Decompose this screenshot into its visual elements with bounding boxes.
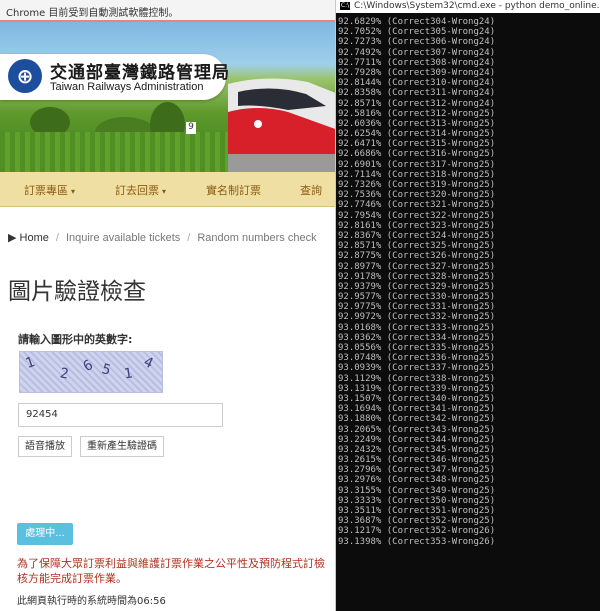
nav-item-real-name[interactable]: 實名制訂票 <box>206 182 261 198</box>
nav-item-round-trip[interactable]: 訂去回票 ▾ <box>115 182 166 198</box>
main-nav: 訂票專區 ▾ 訂去回票 ▾ 實名制訂票 查詢 <box>0 172 335 207</box>
console-line: 93.0362% (Correct334-Wrong25) <box>338 332 496 343</box>
nav-item-label: 訂去回票 <box>115 184 159 197</box>
automation-infobar: Chrome 目前受到自動測試軟體控制。 <box>0 0 335 22</box>
cmd-window: C:\ C:\Windows\System32\cmd.exe - python… <box>336 0 600 611</box>
console-line: 93.1398% (Correct353-Wrong26) <box>338 536 496 547</box>
console-line: 92.9577% (Correct330-Wrong25) <box>338 292 496 303</box>
console-line: 93.3687% (Correct352-Wrong25) <box>338 516 496 527</box>
console-line: 92.8775% (Correct326-Wrong25) <box>338 251 496 262</box>
console-line: 92.9178% (Correct328-Wrong25) <box>338 271 496 282</box>
chevron-down-icon: ▾ <box>71 187 76 196</box>
console-line: 93.3511% (Correct351-Wrong25) <box>338 506 496 516</box>
console-line: 93.1694% (Correct341-Wrong25) <box>338 404 496 415</box>
console-line: 92.5816% (Correct312-Wrong25) <box>338 108 496 119</box>
console-line: 93.0939% (Correct337-Wrong25) <box>338 363 496 374</box>
console-line: 93.1507% (Correct340-Wrong25) <box>338 393 496 404</box>
console-line: 92.8161% (Correct323-Wrong25) <box>338 220 496 231</box>
console-line: 92.7492% (Correct307-Wrong24) <box>338 47 496 58</box>
captcha-prompt: 請輸入圖形中的英數字: <box>18 333 133 346</box>
console-line: 93.2249% (Correct344-Wrong25) <box>338 434 496 445</box>
nav-item-label: 訂票專區 <box>24 184 68 197</box>
console-line: 92.7711% (Correct308-Wrong24) <box>338 57 496 68</box>
breadcrumb-separator: / <box>55 232 59 244</box>
cmd-title: C:\Windows\System32\cmd.exe - python dem… <box>354 1 600 11</box>
site-logo[interactable]: ⊕ 交通部臺灣鐵路管理局 Taiwan Railways Administrat… <box>0 54 229 100</box>
console-line: 93.1129% (Correct338-Wrong25) <box>338 373 496 384</box>
console-line: 92.7273% (Correct306-Wrong24) <box>338 37 496 48</box>
console-line: 93.3155% (Correct349-Wrong25) <box>338 485 496 496</box>
submit-button[interactable]: 處理中... <box>17 523 73 545</box>
chrome-window: Chrome 目前受到自動測試軟體控制。 9 ⊕ 交通部臺灣鐵路管理局 Taiw… <box>0 0 335 611</box>
console-line: 93.0748% (Correct336-Wrong25) <box>338 353 496 364</box>
captcha-image: 1 2 6 5 1 4 <box>19 351 163 393</box>
nav-item-label: 實名制訂票 <box>206 184 261 197</box>
breadcrumb: ▶ Home / Inquire available tickets / Random … <box>8 231 317 244</box>
console-line: 93.1880% (Correct342-Wrong25) <box>338 414 496 425</box>
console-line: 92.7052% (Correct305-Wrong24) <box>338 27 496 38</box>
console-line: 92.8144% (Correct310-Wrong24) <box>338 78 496 89</box>
console-line: 92.8977% (Correct327-Wrong25) <box>338 261 496 272</box>
console-line: 92.6686% (Correct316-Wrong25) <box>338 149 496 160</box>
console-line: 92.8571% (Correct312-Wrong24) <box>338 98 496 109</box>
breadcrumb-separator: / <box>187 232 191 244</box>
console-line: 92.7928% (Correct309-Wrong24) <box>338 67 496 78</box>
nav-item-booking[interactable]: 訂票專區 ▾ <box>24 182 75 198</box>
banner-sign: 9 <box>186 122 196 134</box>
audio-play-button[interactable]: 語音播放 <box>18 436 72 457</box>
console-line: 93.0556% (Correct335-Wrong25) <box>338 343 496 353</box>
console-line: 93.2976% (Correct348-Wrong25) <box>338 475 496 486</box>
site-banner: 9 ⊕ 交通部臺灣鐵路管理局 Taiwan Railways Administr… <box>0 22 335 172</box>
session-time: 此網頁執行時的系統時間為06:56 <box>17 596 166 607</box>
console-line: 93.3333% (Correct350-Wrong25) <box>338 495 496 506</box>
logo-title-zh: 交通部臺灣鐵路管理局 <box>50 63 230 83</box>
breadcrumb-home-icon: ▶ <box>8 232 17 244</box>
console-line: 92.7536% (Correct320-Wrong25) <box>338 190 496 201</box>
console-line: 92.7746% (Correct321-Wrong25) <box>338 200 496 211</box>
console-line: 92.9379% (Correct329-Wrong25) <box>338 281 496 292</box>
console-line: 92.9775% (Correct331-Wrong25) <box>338 302 496 313</box>
cmd-titlebar[interactable]: C:\ C:\Windows\System32\cmd.exe - python… <box>336 0 600 13</box>
logo-title-en: Taiwan Railways Administration <box>50 81 204 93</box>
console-line: 92.8571% (Correct325-Wrong25) <box>338 241 496 252</box>
console-line: 92.7326% (Correct319-Wrong25) <box>338 180 496 190</box>
console-line: 92.6829% (Correct304-Wrong24) <box>338 17 496 27</box>
captcha-noise <box>20 352 162 392</box>
console-line: 93.1319% (Correct339-Wrong25) <box>338 383 496 394</box>
console-line: 92.8358% (Correct311-Wrong24) <box>338 88 496 99</box>
breadcrumb-current: Random numbers check <box>197 232 317 244</box>
console-line: 92.6901% (Correct317-Wrong25) <box>338 159 496 170</box>
console-line: 92.6254% (Correct314-Wrong25) <box>338 129 496 140</box>
console-line: 92.6471% (Correct315-Wrong25) <box>338 139 496 150</box>
console-line: 93.2065% (Correct343-Wrong25) <box>338 424 496 435</box>
console-line: 92.8367% (Correct324-Wrong25) <box>338 230 496 241</box>
console-line: 92.7954% (Correct322-Wrong25) <box>338 210 496 221</box>
captcha-input[interactable]: 92454 <box>18 403 223 427</box>
console-line: 92.7114% (Correct318-Wrong25) <box>338 169 496 180</box>
console-line: 92.9972% (Correct332-Wrong25) <box>338 312 496 323</box>
chevron-down-icon: ▾ <box>162 187 167 196</box>
console-line: 93.2432% (Correct345-Wrong25) <box>338 444 496 455</box>
page-title: 圖片驗證檢查 <box>8 279 146 305</box>
console-line: 93.1217% (Correct352-Wrong26) <box>338 526 496 537</box>
refresh-captcha-button[interactable]: 重新產生驗證碼 <box>80 436 164 457</box>
console-line: 93.0168% (Correct333-Wrong25) <box>338 322 496 333</box>
console-line: 93.2615% (Correct346-Wrong25) <box>338 455 496 466</box>
notice-text: 為了保障大眾訂票利益與維護訂票作業之公平性及預防程式訂檢核方能完成訂票作業。 <box>17 557 325 585</box>
nav-item-label: 查詢 <box>300 184 322 197</box>
infobar-text: Chrome 目前受到自動測試軟體控制。 <box>6 8 179 19</box>
tra-logo-icon: ⊕ <box>8 59 42 93</box>
console-line: 93.2796% (Correct347-Wrong25) <box>338 465 496 476</box>
cmd-icon: C:\ <box>340 2 350 10</box>
console-line: 92.6036% (Correct313-Wrong25) <box>338 118 496 129</box>
nav-item-query[interactable]: 查詢 <box>300 182 322 198</box>
breadcrumb-inquire[interactable]: Inquire available tickets <box>66 232 180 244</box>
train-image <box>228 78 335 172</box>
cmd-output: 92.6829% (Correct304-Wrong24) 92.7052% (C… <box>338 17 600 547</box>
breadcrumb-home[interactable]: Home <box>20 232 49 244</box>
